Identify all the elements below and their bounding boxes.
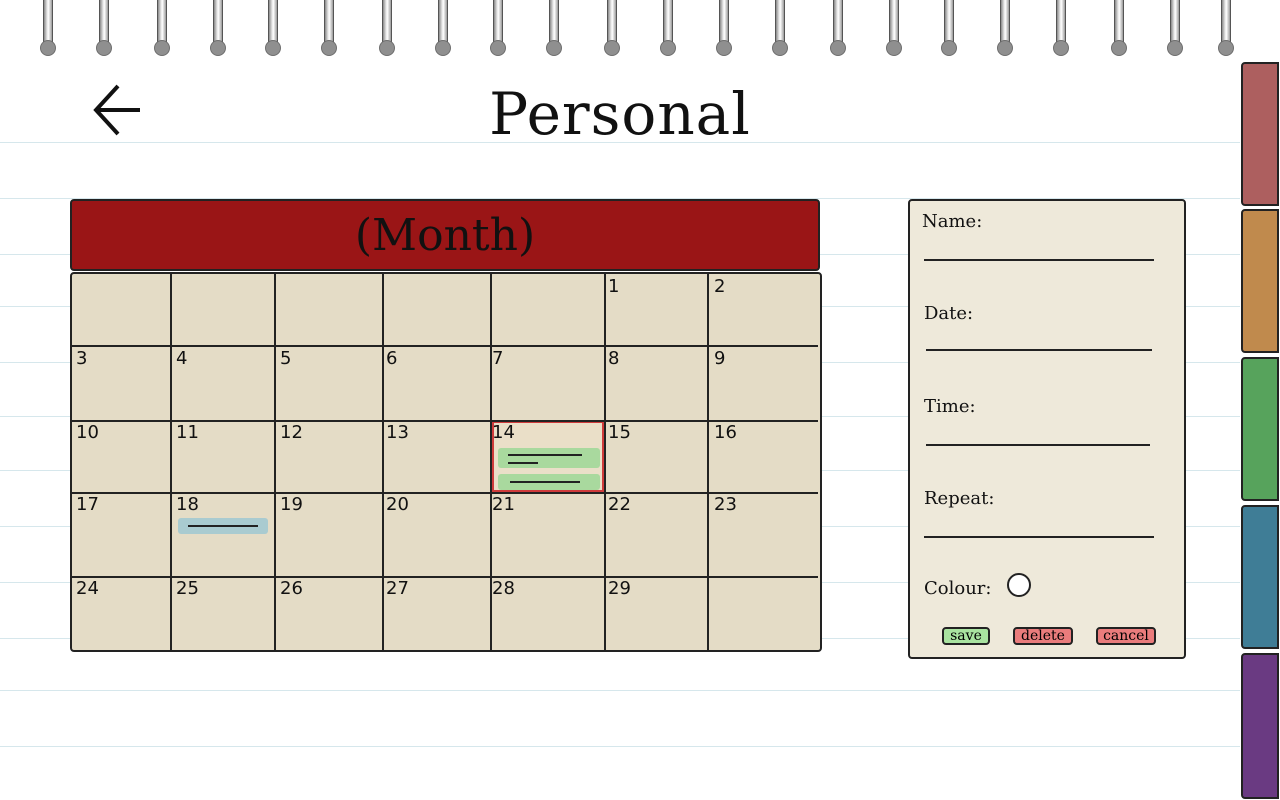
spiral-ring <box>96 0 112 56</box>
day-number[interactable]: 29 <box>608 578 631 599</box>
time-label: Time: <box>924 396 976 417</box>
spiral-ring <box>321 0 337 56</box>
day-number[interactable]: 10 <box>76 422 99 443</box>
day-number[interactable]: 2 <box>714 276 725 297</box>
day-number[interactable]: 20 <box>386 494 409 515</box>
spiral-binding <box>0 0 1240 70</box>
day-number[interactable]: 6 <box>386 348 397 369</box>
spiral-ring <box>154 0 170 56</box>
day-number[interactable]: 14 <box>492 422 515 443</box>
spiral-ring <box>546 0 562 56</box>
spiral-ring <box>210 0 226 56</box>
day-number[interactable]: 26 <box>280 578 303 599</box>
month-header: (Month) <box>70 199 820 271</box>
day-number[interactable]: 28 <box>492 578 515 599</box>
spiral-ring <box>997 0 1013 56</box>
day-number[interactable]: 18 <box>176 494 199 515</box>
save-button[interactable]: save <box>942 627 990 645</box>
tab-green[interactable] <box>1241 357 1279 501</box>
spiral-ring <box>1111 0 1127 56</box>
day-number[interactable]: 12 <box>280 422 303 443</box>
name-field[interactable] <box>924 259 1154 261</box>
event-chip[interactable] <box>498 474 600 490</box>
day-number[interactable]: 5 <box>280 348 291 369</box>
tab-blue[interactable] <box>1241 505 1279 649</box>
date-label: Date: <box>924 303 974 324</box>
day-number[interactable]: 17 <box>76 494 99 515</box>
spiral-ring <box>1218 0 1234 56</box>
spiral-ring <box>1167 0 1183 56</box>
spiral-ring <box>886 0 902 56</box>
event-chip[interactable] <box>178 518 268 534</box>
cancel-button[interactable]: cancel <box>1096 627 1156 645</box>
repeat-field[interactable] <box>924 536 1154 538</box>
day-number[interactable]: 27 <box>386 578 409 599</box>
spiral-ring <box>265 0 281 56</box>
spiral-ring <box>379 0 395 56</box>
day-number[interactable]: 11 <box>176 422 199 443</box>
day-number[interactable]: 1 <box>608 276 619 297</box>
day-number[interactable]: 3 <box>76 348 87 369</box>
day-number[interactable]: 9 <box>714 348 725 369</box>
tab-orange[interactable] <box>1241 209 1279 353</box>
spiral-ring <box>772 0 788 56</box>
tab-red[interactable] <box>1241 62 1279 206</box>
day-number[interactable]: 22 <box>608 494 631 515</box>
spiral-ring <box>660 0 676 56</box>
tab-purple[interactable] <box>1241 653 1279 799</box>
repeat-label: Repeat: <box>924 488 995 509</box>
arrow-left-icon <box>93 84 140 136</box>
colour-picker[interactable] <box>1007 573 1031 597</box>
day-number[interactable]: 23 <box>714 494 737 515</box>
day-number[interactable]: 8 <box>608 348 619 369</box>
event-form: Name: Date: Time: Repeat: Colour: save d… <box>908 199 1186 659</box>
name-label: Name: <box>922 211 983 232</box>
spiral-ring <box>604 0 620 56</box>
spiral-ring <box>830 0 846 56</box>
time-field[interactable] <box>926 444 1150 446</box>
day-number[interactable]: 24 <box>76 578 99 599</box>
spiral-ring <box>716 0 732 56</box>
day-number[interactable]: 16 <box>714 422 737 443</box>
day-number[interactable]: 15 <box>608 422 631 443</box>
day-number[interactable]: 19 <box>280 494 303 515</box>
spiral-ring <box>40 0 56 56</box>
event-chip[interactable] <box>498 448 600 468</box>
spiral-ring <box>435 0 451 56</box>
spiral-ring <box>1053 0 1069 56</box>
spiral-ring <box>490 0 506 56</box>
page-title: Personal <box>489 80 751 148</box>
day-number[interactable]: 4 <box>176 348 187 369</box>
delete-button[interactable]: delete <box>1013 627 1073 645</box>
calendar-grid: 1 2 3 4 5 6 7 8 9 10 11 12 13 14 15 16 17 18 19 20 21 22 23 24 2… <box>70 272 822 652</box>
day-number[interactable]: 21 <box>492 494 515 515</box>
date-field[interactable] <box>926 349 1152 351</box>
day-number[interactable]: 13 <box>386 422 409 443</box>
day-number[interactable]: 25 <box>176 578 199 599</box>
back-button[interactable] <box>88 78 148 142</box>
colour-label: Colour: <box>924 578 992 599</box>
day-number[interactable]: 7 <box>492 348 503 369</box>
spiral-ring <box>941 0 957 56</box>
